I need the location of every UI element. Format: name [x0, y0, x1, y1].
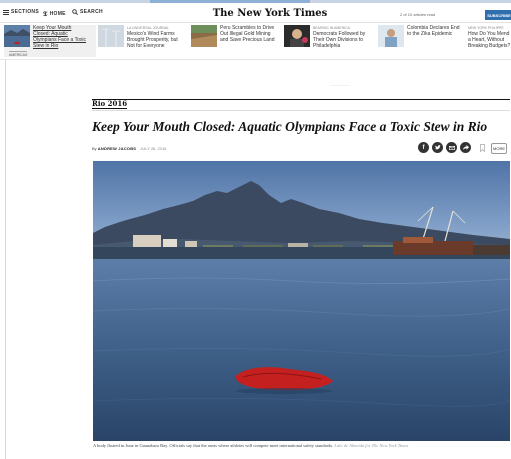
story-item[interactable]: Peru Scrambles to Drive Out Illegal Gold…: [191, 25, 281, 57]
search-label: SEARCH: [80, 9, 103, 15]
articles-remaining: 2 of 10 articles read: [400, 12, 436, 17]
story-carousel: Keep Your Mouth Closed: Aquatic Olympian…: [0, 23, 511, 60]
story-title: Colombia Declares End to the Zika Epidem…: [407, 25, 460, 37]
faint-ad-placeholder: [330, 85, 350, 86]
story-thumbnail: [191, 25, 217, 47]
photo-credit: Lalo de Almeida for The New York Times: [334, 443, 409, 448]
section-badge: AMERICAS: [9, 51, 28, 57]
story-thumbnail: [98, 25, 124, 47]
story-item[interactable]: LA UNIVERSAL JOURNAL Mexico's Wind Farms …: [98, 25, 188, 57]
article-headline: Keep Your Mouth Closed: Aquatic Olympian…: [92, 119, 488, 134]
story-title: Peru Scrambles to Drive Out Illegal Gold…: [220, 25, 275, 43]
byline: By ANDREW JACOBS JULY 26, 2016: [92, 146, 166, 151]
browser-tab-strip: [0, 0, 511, 3]
story-item[interactable]: BEARING IN AMERICA Democrats Followed by …: [284, 25, 376, 57]
email-icon[interactable]: [446, 142, 457, 153]
story-thumbnail: [4, 25, 30, 47]
story-item[interactable]: Keep Your Mouth Closed: Aquatic Olympian…: [4, 25, 96, 57]
section-rule-bottom: [92, 110, 510, 111]
story-title: Democrats Followed by Their Own Division…: [313, 31, 366, 49]
home-button[interactable]: 𝕿 HOME: [43, 9, 66, 19]
story-item[interactable]: Colombia Declares End to the Zika Epidem…: [378, 25, 468, 57]
home-label: HOME: [49, 11, 66, 17]
author-link[interactable]: ANDREW JACOBS: [98, 146, 136, 151]
publish-date: JULY 26, 2016: [140, 146, 167, 151]
twitter-icon[interactable]: [432, 142, 443, 153]
hamburger-icon: [3, 9, 9, 15]
article-photo: [93, 161, 510, 441]
story-item[interactable]: NEW YORK PHILIPPE How Do You Mend a Heart…: [468, 25, 511, 57]
page-gutter-line: [5, 60, 6, 459]
active-tab-indicator: [150, 0, 310, 3]
search-button[interactable]: SEARCH: [72, 9, 103, 15]
photo-caption: A body floated in June in Guanabara Bay.…: [93, 443, 453, 449]
story-thumbnail: [284, 25, 310, 47]
share-icon[interactable]: [460, 142, 471, 153]
story-title: How Do You Mend a Heart, Without Breakin…: [468, 31, 511, 49]
byline-prefix: By: [92, 146, 97, 151]
sections-label: SECTIONS: [11, 9, 39, 15]
search-icon: [72, 9, 78, 15]
facebook-icon[interactable]: f: [418, 142, 429, 153]
story-thumbnail: [378, 25, 404, 47]
nyt-t-icon: 𝕿: [43, 9, 48, 18]
sections-button[interactable]: SECTIONS: [3, 9, 39, 15]
more-button[interactable]: MORE: [491, 143, 507, 154]
bookmark-icon[interactable]: [478, 142, 486, 153]
story-title: Mexico's Wind Farms Brought Prosperity, …: [127, 31, 178, 49]
subscribe-button[interactable]: SUBSCRIBE: [485, 10, 511, 20]
caption-text: A body floated in June in Guanabara Bay.…: [93, 443, 334, 448]
share-tools: f MORE: [418, 142, 507, 154]
section-label[interactable]: Rio 2016: [92, 100, 128, 109]
nyt-logo[interactable]: The New York Times: [210, 8, 330, 19]
story-title: Keep Your Mouth Closed: Aquatic Olympian…: [33, 25, 86, 49]
top-navigation: SECTIONS 𝕿 HOME SEARCH The New York Time…: [0, 4, 511, 23]
section-rule: [92, 99, 510, 100]
